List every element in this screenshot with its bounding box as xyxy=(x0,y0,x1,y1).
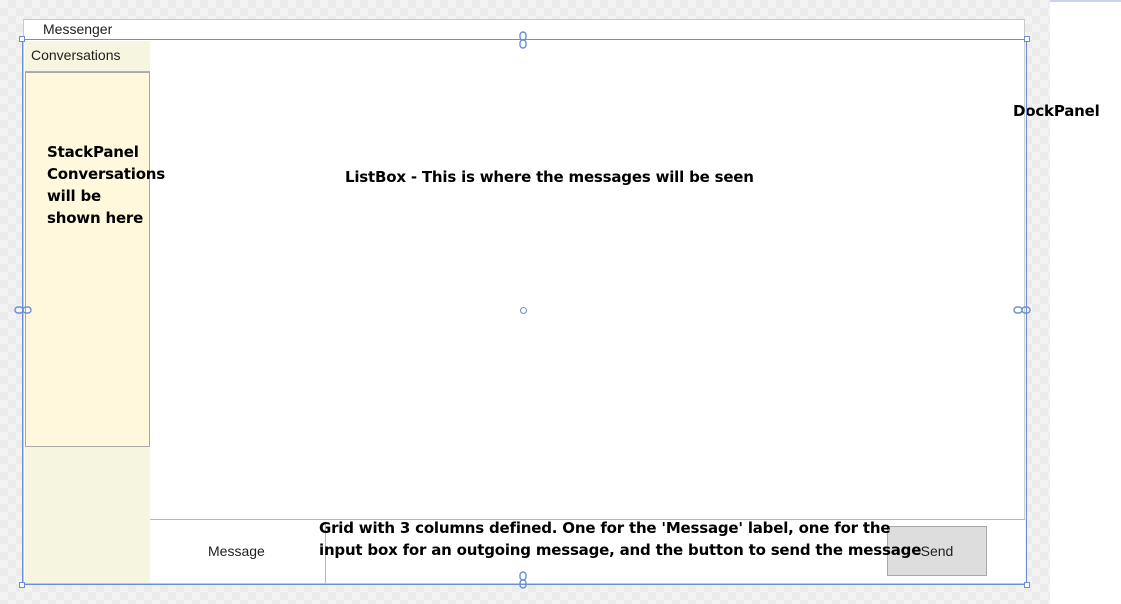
resize-handle-bottom-left[interactable] xyxy=(19,582,25,588)
listbox-annotation: ListBox - This is where the messages wil… xyxy=(345,168,754,186)
grid-annotation: Grid with 3 columns defined. One for the… xyxy=(319,517,921,561)
center-anchor-icon[interactable] xyxy=(520,307,527,314)
resize-handle-bottom-right[interactable] xyxy=(1024,582,1030,588)
conversations-header: Conversations xyxy=(25,41,150,72)
resize-handle-top-right[interactable] xyxy=(1024,36,1030,42)
chain-link-icon[interactable] xyxy=(518,31,528,49)
chain-link-icon[interactable] xyxy=(518,571,528,589)
design-surface-edge xyxy=(1050,0,1121,2)
stackpanel-annotation: StackPanel Conversations will be shown h… xyxy=(47,143,166,227)
grid-annotation-line-2: input box for an outgoing message, and t… xyxy=(319,541,922,559)
chain-link-icon[interactable] xyxy=(14,305,32,315)
grid-annotation-line-1: Grid with 3 columns defined. One for the… xyxy=(319,519,891,537)
messages-listbox[interactable] xyxy=(150,41,1025,519)
conversations-stackpanel[interactable] xyxy=(25,72,150,447)
dockpanel-annotation: DockPanel xyxy=(1013,102,1100,120)
resize-handle-top-left[interactable] xyxy=(19,36,25,42)
window-title: Messenger xyxy=(43,21,113,37)
chain-link-icon[interactable] xyxy=(1013,305,1031,315)
message-label: Message xyxy=(208,543,265,559)
